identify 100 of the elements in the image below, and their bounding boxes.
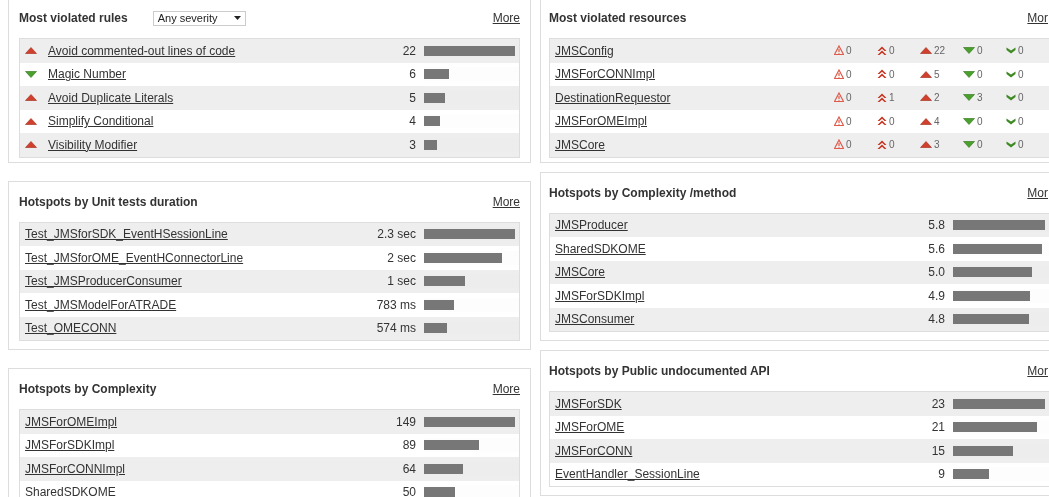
- triangle-down-icon: [963, 70, 975, 78]
- violation-count: 22: [934, 44, 946, 59]
- metric-value: 5.0: [928, 264, 945, 282]
- more-link[interactable]: Mor: [1027, 362, 1048, 380]
- violation-count: 0: [977, 44, 983, 59]
- resource-link[interactable]: JMSConsumer: [555, 310, 635, 329]
- resource-link[interactable]: JMSConfig: [555, 41, 614, 60]
- metric-value: 4: [409, 113, 416, 131]
- resource-link[interactable]: Test_JMSforSDK_EventHSessionLine: [25, 225, 228, 244]
- double-chevron-up-icon: [877, 92, 887, 103]
- more-link[interactable]: More: [492, 192, 520, 211]
- warning-triangle-icon: [834, 92, 844, 104]
- metric-value: 5.8: [928, 217, 945, 235]
- metric-value: 783 ms: [376, 296, 416, 314]
- metric-value: 21: [931, 419, 945, 437]
- chevron-down-icon: [1006, 141, 1016, 149]
- resource-link[interactable]: JMSProducer: [555, 216, 628, 235]
- violation-count: 3: [977, 91, 983, 106]
- more-link[interactable]: Mor: [1027, 9, 1048, 27]
- rule-link[interactable]: Avoid commented-out lines of code: [48, 41, 236, 60]
- triangle-up-icon: [25, 94, 37, 102]
- violation-count: 0: [977, 67, 983, 82]
- resource-link[interactable]: JMSForOME: [555, 418, 625, 437]
- rule-link[interactable]: Visibility Modifier: [48, 135, 138, 154]
- triangle-down-icon: [963, 141, 975, 149]
- resource-link[interactable]: JMSForSDK: [555, 394, 622, 413]
- resource-link[interactable]: Test_JMSforOME_EventHConnectorLine: [25, 248, 244, 267]
- widget-title: Most violated resources: [549, 10, 687, 27]
- resource-link[interactable]: Test_OMECONN: [25, 319, 117, 338]
- rule-link[interactable]: Simplify Conditional: [48, 112, 154, 131]
- metric-value: 5.6: [928, 240, 945, 258]
- widget-title: Hotspots by Unit tests duration: [19, 193, 198, 211]
- triangle-down-icon: [963, 47, 975, 55]
- violation-count: 0: [889, 114, 895, 129]
- metric-value: 2.3 sec: [377, 226, 416, 244]
- triangle-up-icon: [920, 47, 932, 55]
- violation-count: 0: [846, 91, 852, 106]
- widget-title: Most violated rules: [19, 10, 128, 27]
- chevron-down-icon: [1006, 117, 1016, 125]
- resource-link[interactable]: Test_JMSProducerConsumer: [25, 272, 182, 291]
- double-chevron-up-icon: [877, 69, 887, 80]
- metric-value: 4.8: [928, 311, 945, 329]
- violation-count: 0: [977, 114, 983, 129]
- violation-count: 0: [846, 114, 852, 129]
- violation-count: 0: [1018, 114, 1024, 129]
- metric-value: 2 sec: [387, 249, 416, 267]
- resource-link[interactable]: DestinationRequestor: [555, 88, 671, 107]
- metric-value: 50: [402, 484, 416, 497]
- more-link[interactable]: Mor: [1027, 183, 1048, 202]
- severity-dropdown[interactable]: Any severity: [152, 10, 246, 26]
- triangle-down-icon: [25, 70, 37, 78]
- metric-value: 9: [938, 466, 945, 484]
- metric-value: 5: [409, 89, 416, 107]
- warning-triangle-icon: [834, 139, 844, 151]
- resource-link[interactable]: Test_JMSModelForATRADE: [25, 295, 177, 314]
- triangle-up-icon: [920, 141, 932, 149]
- metric-value: 6: [409, 66, 416, 84]
- triangle-down-icon: [963, 94, 975, 102]
- rule-link[interactable]: Avoid Duplicate Literals: [48, 88, 174, 107]
- metric-value: 574 ms: [376, 320, 416, 338]
- widget-title: Hotspots by Complexity /method: [549, 184, 737, 202]
- resource-link[interactable]: JMSForSDKImpl: [25, 436, 115, 455]
- violation-count: 0: [1018, 44, 1024, 59]
- more-link[interactable]: More: [492, 9, 520, 27]
- violation-count: 0: [1018, 138, 1024, 153]
- metric-value: 64: [402, 460, 416, 478]
- resource-link[interactable]: JMSForCONN: [555, 441, 633, 460]
- violation-count: 0: [889, 67, 895, 82]
- metric-value: 15: [931, 442, 945, 460]
- violation-count: 5: [934, 67, 940, 82]
- violation-count: 0: [889, 138, 895, 153]
- rule-link[interactable]: Magic Number: [48, 65, 127, 84]
- resource-link[interactable]: JMSForSDKImpl: [555, 286, 645, 305]
- violation-count: 0: [846, 67, 852, 82]
- double-chevron-up-icon: [877, 139, 887, 150]
- triangle-up-icon: [25, 141, 37, 149]
- resource-link[interactable]: JMSForCONNImpl: [25, 459, 125, 478]
- double-chevron-up-icon: [877, 45, 887, 56]
- resource-link[interactable]: SharedSDKOME: [555, 239, 646, 258]
- violation-count: 0: [1018, 67, 1024, 82]
- triangle-up-icon: [25, 47, 37, 55]
- resource-link[interactable]: JMSCore: [555, 135, 605, 154]
- resource-link[interactable]: JMSForOMEImpl: [555, 112, 647, 131]
- metric-value: 22: [402, 42, 416, 60]
- violation-count: 1: [889, 91, 895, 106]
- metric-value: 4.9: [928, 287, 945, 305]
- resource-link[interactable]: EventHandler_SessionLine: [555, 465, 700, 484]
- resource-link[interactable]: JMSCore: [555, 263, 605, 282]
- triangle-up-icon: [920, 70, 932, 78]
- violation-count: 2: [934, 91, 940, 106]
- triangle-down-icon: [963, 117, 975, 125]
- metric-value: 3: [409, 136, 416, 154]
- violation-count: 0: [977, 138, 983, 153]
- caret-icon: [233, 16, 241, 20]
- resource-link[interactable]: SharedSDKOME: [25, 483, 116, 497]
- resource-link[interactable]: JMSForCONNImpl: [555, 65, 655, 84]
- violation-count: 0: [889, 44, 895, 59]
- triangle-up-icon: [25, 117, 37, 125]
- resource-link[interactable]: JMSForOMEImpl: [25, 412, 117, 431]
- more-link[interactable]: More: [492, 380, 520, 398]
